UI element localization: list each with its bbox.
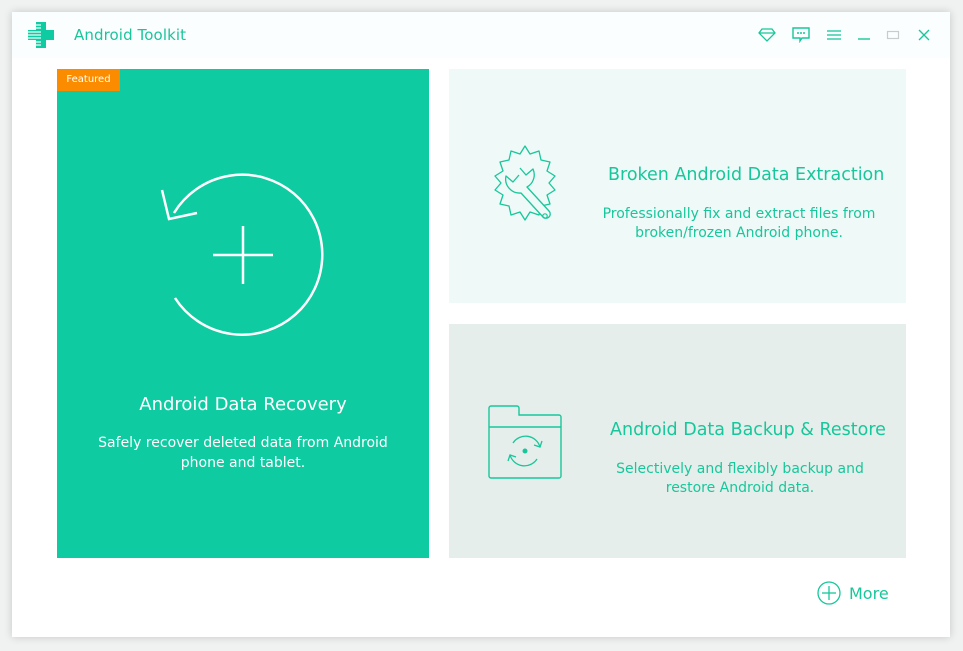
description-line: broken/frozen Android phone. [635, 225, 843, 241]
app-title: Android Toolkit [74, 26, 187, 44]
close-icon [918, 29, 930, 41]
featured-badge: Featured [57, 69, 120, 91]
minimize-icon [858, 38, 870, 40]
minimize-button[interactable] [854, 26, 874, 44]
android-data-recovery-card[interactable]: Featured Android Data Recovery Safely re… [57, 69, 429, 558]
description-line: restore Android data. [665, 480, 815, 496]
premium-icon [758, 28, 776, 42]
more-label: More [849, 583, 889, 603]
card-description: Selectively and flexibly backup and rest… [590, 460, 890, 498]
gear-wrench-icon [494, 145, 556, 221]
maximize-button[interactable] [883, 26, 903, 44]
android-data-backup-restore-card[interactable]: Android Data Backup & Restore Selectivel… [449, 324, 906, 558]
feedback-button[interactable] [791, 26, 811, 44]
menu-button[interactable] [824, 26, 844, 44]
broken-android-data-extraction-card[interactable]: Broken Android Data Extraction Professio… [449, 69, 906, 303]
premium-button[interactable] [757, 26, 777, 44]
menu-icon [827, 30, 841, 40]
plus-circle-icon [817, 581, 841, 605]
card-title: Broken Android Data Extraction [608, 165, 885, 185]
more-button[interactable]: More [817, 580, 889, 606]
title-bar: Android Toolkit [12, 12, 950, 58]
card-description: Safely recover deleted data from Android… [98, 435, 388, 471]
card-description: Professionally fix and extract files fro… [589, 205, 889, 243]
app-window: Android Toolkit Featured Android Data Re… [12, 12, 950, 637]
folder-sync-icon [488, 405, 562, 479]
close-button[interactable] [914, 26, 934, 44]
maximize-icon [886, 30, 900, 40]
description-line: Professionally fix and extract files fro… [602, 206, 876, 222]
card-title: Android Data Recovery [139, 394, 347, 415]
recover-circle-plus-icon [160, 173, 324, 336]
card-title: Android Data Backup & Restore [610, 420, 886, 440]
feedback-icon [792, 27, 810, 43]
description-line: Selectively and flexibly backup and [616, 461, 864, 477]
medical-cross-logo-icon [27, 22, 54, 48]
